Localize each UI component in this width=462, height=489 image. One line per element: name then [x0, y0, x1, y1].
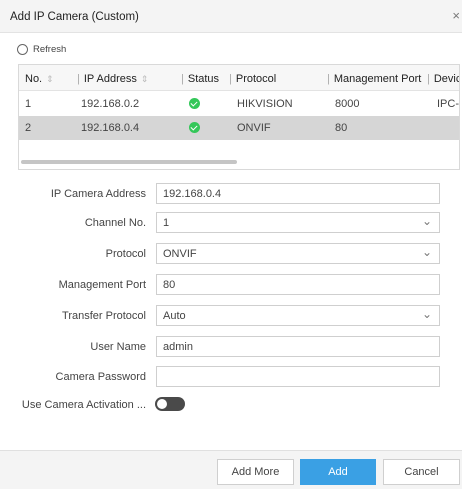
cell-protocol: HIKVISION [237, 98, 293, 110]
column-header-device[interactable]: | Devic [427, 73, 459, 85]
channel-select[interactable]: 1 [156, 212, 440, 233]
column-header-status[interactable]: | Status [181, 73, 219, 85]
cell-ip: 192.168.0.4 [81, 122, 140, 134]
protocol-select[interactable]: ONVIF [156, 243, 440, 264]
column-header-port[interactable]: | Management Port [327, 73, 421, 85]
camera-password-field[interactable] [156, 366, 440, 387]
cell-no: 2 [25, 122, 32, 134]
dialog-title: Add IP Camera (Custom) [10, 11, 139, 23]
channel-label: Channel No. [84, 217, 146, 229]
cell-device: IPC-I [437, 98, 460, 110]
column-header-protocol[interactable]: | Protocol [229, 73, 276, 85]
cancel-button[interactable]: Cancel [383, 459, 460, 485]
refresh-label: Refresh [33, 44, 67, 55]
activation-toggle[interactable] [155, 397, 185, 411]
cell-protocol: ONVIF [237, 122, 271, 134]
toggle-knob [157, 399, 167, 409]
cell-ip: 192.168.0.2 [81, 98, 140, 110]
ip-address-field[interactable]: 192.168.0.4 [156, 183, 440, 204]
dialog-titlebar: Add IP Camera (Custom) × [0, 0, 462, 33]
protocol-label: Protocol [105, 248, 146, 260]
camera-table: No. ⇕ | IP Address ⇕ | Status | Protocol | Man… [18, 64, 460, 170]
cell-port: 80 [335, 122, 348, 134]
sort-icon[interactable]: ⇕ [141, 74, 149, 84]
cell-port: 8000 [335, 98, 360, 110]
table-header: No. ⇕ | IP Address ⇕ | Status | Protocol | Man… [19, 65, 459, 91]
user-name-field[interactable]: admin [156, 336, 440, 357]
table-row[interactable]: 2 192.168.0.4 ONVIF 80 [19, 116, 459, 140]
user-name-label: User Name [90, 341, 146, 353]
transfer-protocol-label: Transfer Protocol [62, 310, 146, 322]
activation-label: Use Camera Activation ... [21, 399, 146, 411]
horizontal-scrollbar[interactable] [21, 160, 237, 164]
table-row[interactable]: 1 192.168.0.2 HIKVISION 8000 IPC-I [19, 92, 459, 116]
refresh-button[interactable]: Refresh [17, 44, 66, 55]
sort-icon[interactable]: ⇕ [46, 74, 54, 84]
column-header-no[interactable]: No. ⇕ [25, 73, 54, 85]
add-more-button[interactable]: Add More [217, 459, 294, 485]
column-header-ip[interactable]: | IP Address ⇕ [77, 73, 148, 85]
add-button[interactable]: Add [300, 459, 376, 485]
transfer-protocol-select[interactable]: Auto [156, 305, 440, 326]
status-online-icon [189, 122, 200, 133]
management-port-label: Management Port [58, 279, 146, 291]
cell-no: 1 [25, 98, 32, 110]
camera-password-label: Camera Password [55, 371, 146, 383]
ip-address-label: IP Camera Address [50, 188, 146, 200]
close-icon[interactable]: × [452, 8, 460, 23]
management-port-field[interactable]: 80 [156, 274, 440, 295]
refresh-icon [17, 44, 28, 55]
status-online-icon [189, 98, 200, 109]
